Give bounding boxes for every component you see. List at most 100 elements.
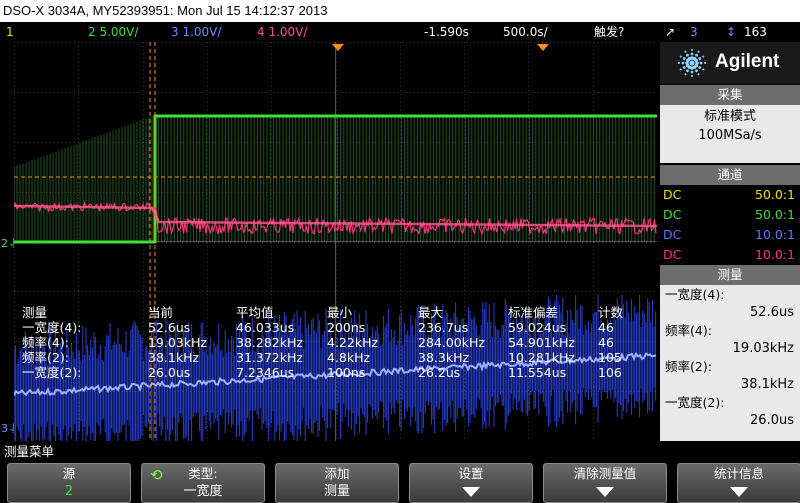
meas-cell: 46 xyxy=(598,335,614,350)
softkey-label: 统计信息 xyxy=(713,466,764,481)
meas-cell: 最大 xyxy=(418,305,444,320)
trigger-level[interactable]: 163 xyxy=(744,22,767,42)
sample-rate: 100MSa/s xyxy=(698,128,762,143)
channels-header[interactable]: 通道 xyxy=(660,165,800,185)
channel-coupling: DC xyxy=(663,187,682,202)
meas-cell: 当前 xyxy=(148,305,174,320)
meas-cell: 200ns xyxy=(327,320,366,335)
side-measure-value: 26.0us xyxy=(750,413,794,428)
side-panel: Agilent 采集 标准模式 100MSa/s 通道 DC 50.0:1 DC 50… xyxy=(660,42,800,441)
trigger-position-icon[interactable] xyxy=(332,44,344,51)
status-bar: 1 2 5.00V/ 3 1.00V/ 4 1.00V/ -1.590s 500… xyxy=(0,22,800,42)
meas-cell: 46.033us xyxy=(236,320,295,335)
meas-cell: 计数 xyxy=(598,305,624,320)
meas-cell: 26.0us xyxy=(148,365,191,380)
softkey-label: 清除测量值 xyxy=(573,466,637,481)
meas-cell: 频率(2): xyxy=(22,350,69,365)
probe-ratio: 10.0:1 xyxy=(755,247,795,262)
meas-cell: 一宽度(2): xyxy=(22,365,82,380)
menu-title: 测量菜单 xyxy=(4,444,55,459)
softkey-bar: 源 2 ⟲ 类型: 一宽度 添加 测量 设置 清除测量值 统计信息 xyxy=(0,461,800,503)
meas-cell: 标准偏差 xyxy=(508,305,559,320)
submenu-arrow-icon xyxy=(730,487,748,497)
ch4-scale[interactable]: 4 1.00V/ xyxy=(257,22,307,42)
ch2-scale[interactable]: 2 5.00V/ xyxy=(88,22,138,42)
softkey-value: 2 xyxy=(64,484,74,499)
softkey-1[interactable]: 源2 xyxy=(7,463,131,503)
meas-cell: 19.03kHz xyxy=(148,335,207,350)
softkey-4[interactable]: 设置 xyxy=(409,463,533,503)
meas-cell: 105 xyxy=(598,350,622,365)
channel-row-2[interactable]: DC 50.0:1 xyxy=(660,205,800,225)
waveform-display[interactable]: 测量 当前 平均值 最小 最大 标准偏差 计数一宽度(4): 52.6us 46.033us 20… xyxy=(14,42,657,441)
meas-cell: 236.7us xyxy=(418,320,469,335)
channel-row-1[interactable]: DC 50.0:1 xyxy=(660,185,800,205)
rotate-knob-icon: ⟲ xyxy=(150,466,163,484)
meas-cell: 100ns xyxy=(327,365,366,380)
brand-logo: Agilent xyxy=(660,42,800,84)
probe-ratio: 10.0:1 xyxy=(755,227,795,242)
meas-cell: 平均值 xyxy=(236,305,274,320)
channel-marker-gutter: 2⏚ 3⏚ xyxy=(0,42,19,441)
meas-cell: 46 xyxy=(598,320,614,335)
channel-coupling: DC xyxy=(663,247,682,262)
channels-panel[interactable]: DC 50.0:1 DC 50.0:1 DC 10.0:1 DC 10.0:1 xyxy=(660,185,800,264)
acquisition-header[interactable]: 采集 xyxy=(660,85,800,105)
meas-cell: 54.901kHz xyxy=(508,335,575,350)
softkey-label: 源 xyxy=(62,466,76,481)
softkey-2[interactable]: ⟲ 类型: 一宽度 xyxy=(141,463,265,503)
delay-marker-icon[interactable] xyxy=(537,44,549,51)
meas-cell: 最小 xyxy=(327,305,353,320)
trigger-source[interactable]: 3 xyxy=(690,22,698,42)
measure-panel[interactable]: 一宽度(4): 52.6us 频率(4): 19.03kHz 频率(2): 38.1kHz… xyxy=(660,285,800,441)
side-measure-label: 一宽度(4): xyxy=(665,287,725,302)
channel-row-4[interactable]: DC 10.0:1 xyxy=(660,245,800,265)
window-title: DSO-X 3034A, MY52393951: Mon Jul 15 14:1… xyxy=(0,0,800,22)
side-measure-label: 频率(4): xyxy=(665,323,712,338)
meas-cell: 31.372kHz xyxy=(236,350,303,365)
meas-cell: 7.2346us xyxy=(236,365,295,380)
ch3-scale[interactable]: 3 1.00V/ xyxy=(171,22,221,42)
meas-cell: 38.3kHz xyxy=(418,350,470,365)
channel-coupling: DC xyxy=(663,207,682,222)
side-measure-label: 频率(2): xyxy=(665,359,712,374)
meas-cell: 284.00kHz xyxy=(418,335,485,350)
side-measure-value: 38.1kHz xyxy=(740,377,794,392)
meas-cell: 26.2us xyxy=(418,365,461,380)
acquisition-panel[interactable]: 标准模式 100MSa/s xyxy=(660,105,800,163)
probe-ratio: 50.0:1 xyxy=(755,207,795,222)
timebase[interactable]: 500.0s/ xyxy=(503,22,548,42)
side-measure-label: 一宽度(2): xyxy=(665,395,725,410)
meas-cell: 4.22kHz xyxy=(327,335,379,350)
softkey-5[interactable]: 清除测量值 xyxy=(543,463,667,503)
meas-cell: 频率(4): xyxy=(22,335,69,350)
softkey-value: 一宽度 xyxy=(183,484,223,499)
ch1-label[interactable]: 1 xyxy=(6,22,14,42)
softkey-label: 设置 xyxy=(458,466,484,481)
channel-row-3[interactable]: DC 10.0:1 xyxy=(660,225,800,245)
submenu-arrow-icon xyxy=(596,487,614,497)
meas-cell: 10.281kHz xyxy=(508,350,575,365)
submenu-arrow-icon xyxy=(462,487,480,497)
softkey-3[interactable]: 添加 测量 xyxy=(275,463,399,503)
meas-cell: 106 xyxy=(598,365,622,380)
side-measure-value: 19.03kHz xyxy=(732,341,794,356)
time-offset[interactable]: -1.590s xyxy=(424,22,469,42)
brand-name: Agilent xyxy=(715,51,780,72)
acquisition-mode: 标准模式 xyxy=(703,109,756,124)
meas-cell: 一宽度(4): xyxy=(22,320,82,335)
meas-cell: 测量 xyxy=(22,305,48,320)
softkey-6[interactable]: 统计信息 xyxy=(677,463,800,503)
meas-cell: 38.282kHz xyxy=(236,335,303,350)
softkey-label: 添加 xyxy=(324,466,350,481)
measure-header[interactable]: 测量 xyxy=(660,265,800,285)
meas-cell: 38.1kHz xyxy=(148,350,200,365)
softkey-value: 测量 xyxy=(323,484,350,499)
waveform-svg xyxy=(14,42,657,441)
meas-cell: 52.6us xyxy=(148,320,191,335)
side-measure-value: 52.6us xyxy=(750,305,794,320)
probe-ratio: 50.0:1 xyxy=(755,187,795,202)
trigger-slope-icon: ↗ xyxy=(665,25,676,39)
meas-cell: 59.024us xyxy=(508,320,567,335)
trigger-level-icon: ↕ xyxy=(726,25,737,39)
